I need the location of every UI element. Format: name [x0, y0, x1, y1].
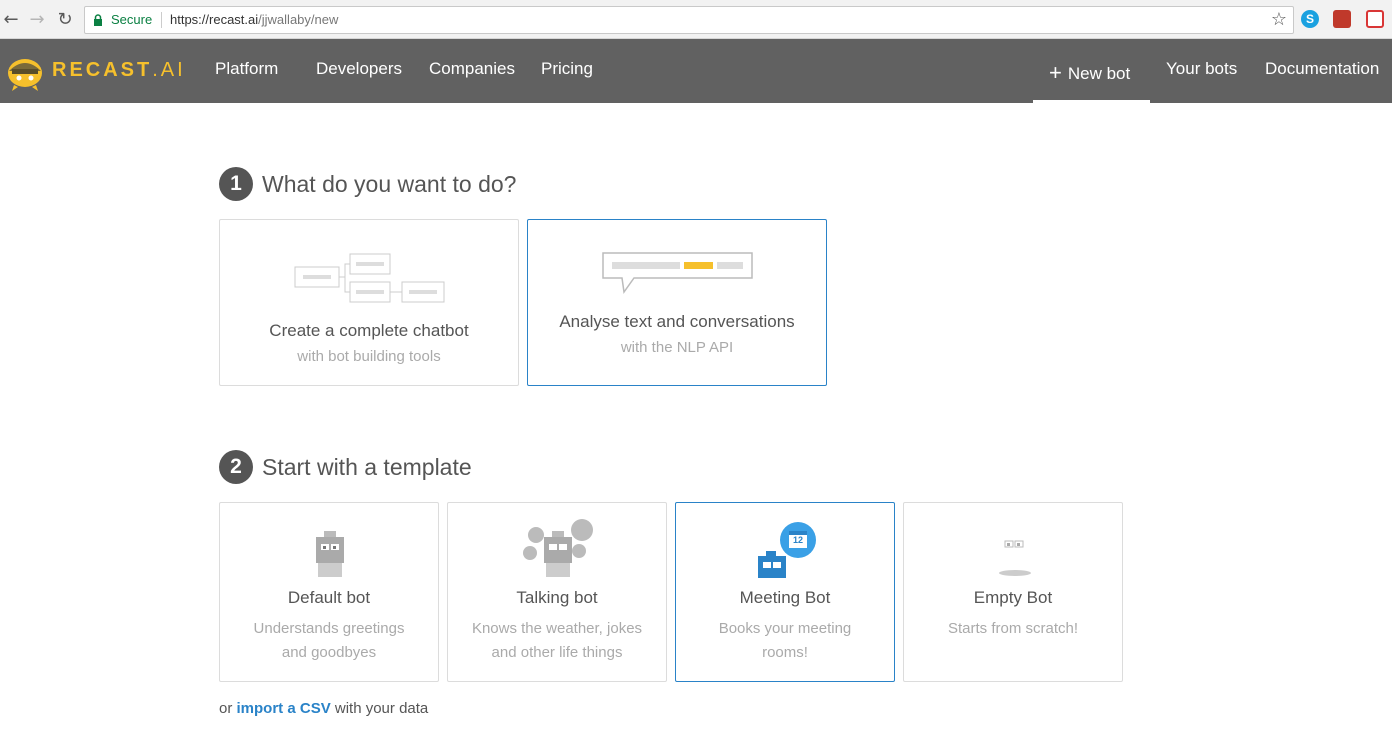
robot-icon [316, 531, 344, 577]
bookmark-star-icon[interactable]: ☆ [1271, 9, 1287, 30]
option-subtitle: with bot building tools [297, 348, 441, 365]
calendar-day: 12 [792, 535, 803, 545]
template-desc-line-2: and other life things [491, 644, 623, 661]
skype-letter: S [1305, 12, 1314, 26]
brand-wordmark[interactable]: RECAST.AI [52, 59, 186, 82]
step-title: Start with a template [262, 453, 472, 480]
nav-developers[interactable]: Developers [316, 59, 402, 79]
step-1-heading: 1 What do you want to do? [219, 167, 516, 201]
talking-robot-icon [523, 519, 593, 577]
template-meeting-bot[interactable]: 12 Meeting Bot Books your meeting rooms! [675, 502, 895, 682]
option-complete-chatbot[interactable]: Create a complete chatbot with bot build… [219, 219, 519, 386]
url-host: https://recast.ai [170, 12, 259, 27]
nav-new-bot-label: New bot [1067, 64, 1131, 83]
option-title: Create a complete chatbot [269, 321, 469, 340]
address-bar[interactable]: Secure https://recast.ai/jjwallaby/new ☆ [84, 6, 1294, 34]
extension-icon[interactable] [1333, 10, 1351, 28]
speech-bubble-icon [602, 252, 753, 294]
plus-icon: + [1049, 60, 1062, 85]
template-title: Empty Bot [973, 588, 1053, 607]
import-csv-line: or import a CSV with your data [219, 700, 428, 717]
empty-bot-icon [999, 540, 1031, 576]
nav-companies[interactable]: Companies [429, 59, 515, 79]
brand-dot: . [152, 59, 161, 81]
import-csv-link[interactable]: import a CSV [237, 700, 331, 717]
omnibox-divider [161, 12, 162, 28]
lock-icon [94, 14, 102, 26]
browser-toolbar: ← → ↻ Secure https://recast.ai/jjwallaby… [0, 0, 1392, 39]
nav-pricing[interactable]: Pricing [541, 59, 593, 79]
flowchart-illustration-icon [294, 253, 445, 303]
nav-documentation[interactable]: Documentation [1265, 59, 1379, 79]
nav-your-bots[interactable]: Your bots [1166, 59, 1237, 79]
template-title: Default bot [287, 588, 371, 607]
template-desc-line-1: Understands greetings [253, 620, 405, 637]
template-desc-line-1: Knows the weather, jokes [471, 620, 643, 637]
template-title: Talking bot [516, 588, 598, 607]
import-prefix: or [219, 700, 233, 717]
step-number-badge: 1 [219, 167, 253, 201]
pocket-extension-icon[interactable] [1366, 10, 1384, 28]
brand-main: RECAST [52, 59, 153, 81]
template-desc-line-1: Books your meeting [718, 620, 852, 637]
import-suffix: with your data [334, 700, 429, 717]
step-number-badge: 2 [219, 450, 253, 484]
secure-label: Secure [111, 12, 153, 27]
step-title: What do you want to do? [262, 170, 517, 197]
url-path: /jjwallaby/new [258, 12, 339, 27]
nav-platform[interactable]: Platform [215, 59, 278, 79]
nav-new-bot[interactable]: + New bot [1049, 59, 1130, 85]
reload-icon[interactable]: ↻ [54, 8, 76, 30]
meeting-robot-icon [758, 522, 816, 578]
active-tab-indicator [1033, 100, 1150, 103]
template-desc-line-1: Starts from scratch! [947, 620, 1079, 637]
template-desc-line-2: rooms! [762, 644, 808, 661]
option-title: Analyse text and conversations [559, 312, 795, 331]
back-arrow-icon[interactable]: ← [0, 8, 22, 30]
template-title: Meeting Bot [739, 588, 831, 607]
option-subtitle: with the NLP API [620, 339, 734, 356]
template-empty-bot[interactable]: Empty Bot Starts from scratch! [903, 502, 1123, 682]
recast-logo-icon[interactable] [6, 51, 44, 91]
app-header: RECAST.AI Platform Developers Companies … [0, 39, 1392, 103]
brand-suffix: AI [160, 59, 186, 81]
template-talking-bot[interactable]: Talking bot Knows the weather, jokes and… [447, 502, 667, 682]
step-2-heading: 2 Start with a template [219, 450, 472, 484]
url-text[interactable]: https://recast.ai/jjwallaby/new [170, 12, 338, 27]
template-default-bot[interactable]: Default bot Understands greetings and go… [219, 502, 439, 682]
template-desc-line-2: and goodbyes [281, 644, 377, 661]
option-nlp-api[interactable]: Analyse text and conversations with the … [527, 219, 827, 386]
forward-arrow-icon[interactable]: → [26, 8, 48, 30]
skype-extension-icon[interactable]: S [1301, 10, 1319, 28]
